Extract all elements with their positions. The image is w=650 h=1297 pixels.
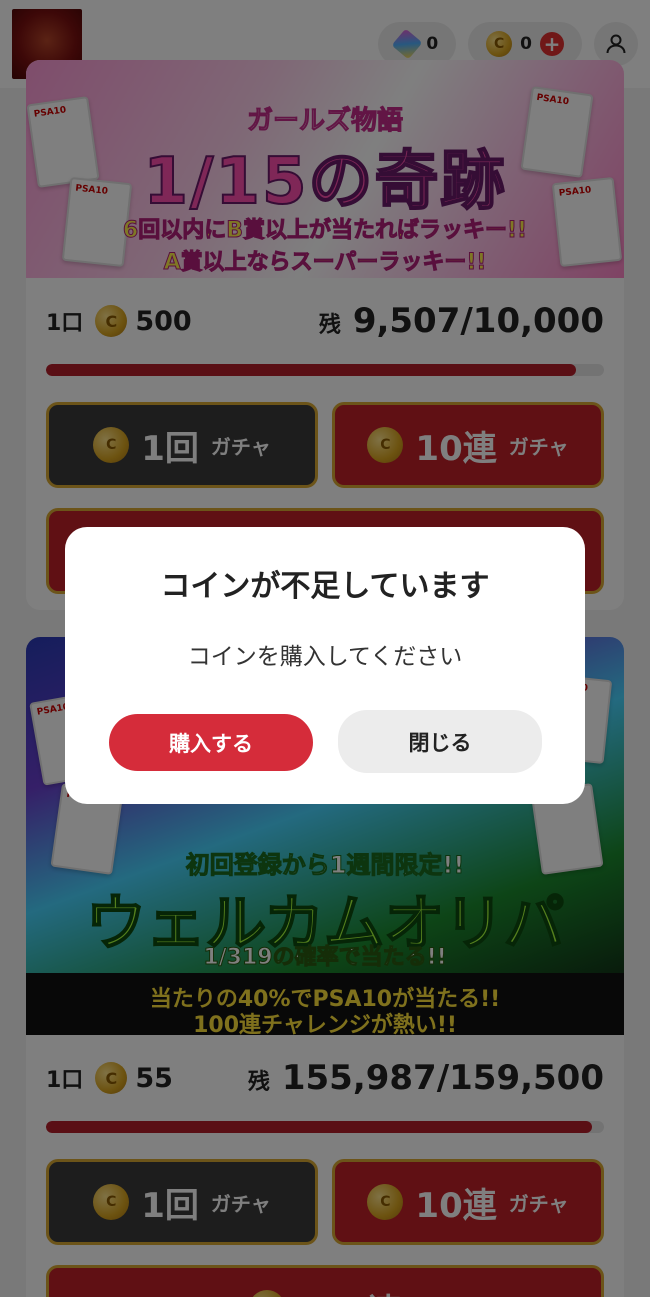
close-button[interactable]: 閉じる (338, 710, 542, 773)
purchase-button[interactable]: 購入する (109, 714, 313, 771)
dialog-message: コインを購入してください (187, 644, 463, 670)
insufficient-coins-dialog: コインが不足しています コインを購入してください 購入する 閉じる (65, 527, 585, 804)
dialog-title: コインが不足しています (160, 569, 490, 604)
